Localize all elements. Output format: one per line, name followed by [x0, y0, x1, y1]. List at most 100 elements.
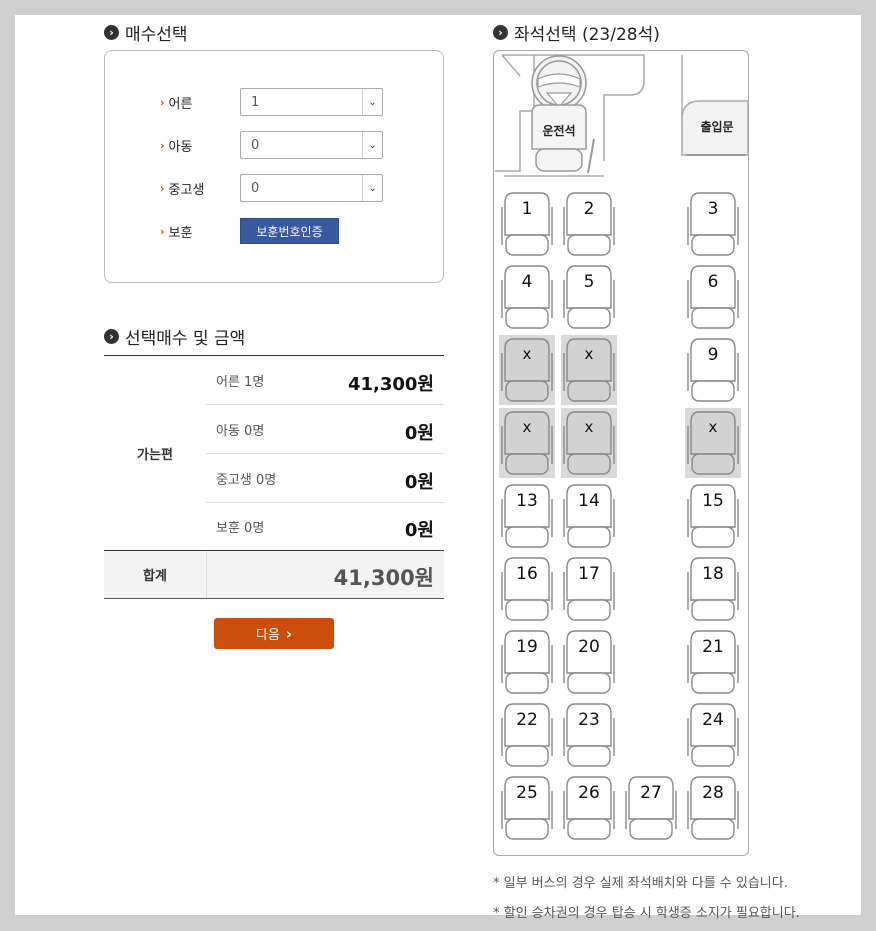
quantity-row-child: › 아동 0 ⌄ [160, 131, 383, 159]
quantity-row-student: › 중고생 0 ⌄ [160, 174, 383, 202]
veteran-verify-button[interactable]: 보훈번호인증 [240, 218, 339, 244]
total-row: 합계 41,300원 [104, 550, 444, 599]
summary-row-amount: 0원 [404, 520, 434, 541]
seat-number: 27 [640, 783, 662, 803]
arrow-icon: › [160, 138, 165, 152]
seat-number: 25 [516, 783, 538, 803]
seat-taken: x [499, 335, 555, 405]
quantity-label: 중고생 [168, 182, 205, 198]
seat-21[interactable]: 21 [685, 627, 741, 697]
seat-number: 14 [578, 491, 600, 511]
summary-row: 중고생 0명 0원 [206, 454, 444, 503]
seat-number: x [522, 418, 532, 436]
seat-number: 6 [707, 272, 719, 292]
seat-number: 18 [702, 564, 724, 584]
seat-number: x [584, 345, 594, 363]
select-value: 1 [251, 94, 260, 110]
summary-row: 아동 0명 0원 [206, 405, 444, 454]
seat-number: 5 [583, 272, 595, 292]
seat-16[interactable]: 16 [499, 554, 555, 624]
driver-seat-label: 운전석 [542, 124, 576, 138]
summary-section-title: › 선택매수 및 금액 [104, 324, 245, 349]
select-value: 0 [251, 137, 260, 153]
steering-wheel-icon [531, 55, 587, 111]
seat-number: x [708, 418, 718, 436]
seat-18[interactable]: 18 [685, 554, 741, 624]
chevron-down-icon: ⌄ [362, 89, 382, 115]
seat-number: x [584, 418, 594, 436]
seat-6[interactable]: 6 [685, 262, 741, 332]
seat-23[interactable]: 23 [561, 700, 617, 770]
summary-row-label: 보훈 0명 [216, 521, 265, 536]
summary-row-amount: 41,300원 [347, 374, 434, 395]
seat-9[interactable]: 9 [685, 335, 741, 405]
student-quantity-select[interactable]: 0 ⌄ [240, 174, 383, 202]
page: › 매수선택 ›어른 1 ⌄ ›아동 0 ⌄ ›중고생 0 ⌄ ›보훈 [15, 15, 861, 921]
arrow-icon: › [160, 224, 165, 238]
child-quantity-select[interactable]: 0 ⌄ [240, 131, 383, 159]
seat-2[interactable]: 2 [561, 189, 617, 259]
chevron-circle-icon: › [104, 329, 119, 344]
chevron-down-icon: ⌄ [362, 132, 382, 158]
summary-row: 보훈 0명 0원 [206, 502, 444, 550]
seat-taken: x [561, 408, 617, 478]
seat-4[interactable]: 4 [499, 262, 555, 332]
next-button-label: 다음 [255, 628, 280, 643]
quantity-label: 아동 [168, 139, 193, 155]
summary-title-text: 선택매수 및 금액 [125, 329, 246, 349]
seat-number: 19 [516, 637, 538, 657]
arrow-icon: › [160, 181, 165, 195]
quantity-label: 어른 [168, 96, 193, 112]
seat-26[interactable]: 26 [561, 773, 617, 843]
seat-number: 3 [707, 199, 719, 219]
seat-20[interactable]: 20 [561, 627, 617, 697]
seat-number: 15 [702, 491, 724, 511]
seat-number: 26 [578, 783, 600, 803]
arrow-icon: › [160, 95, 165, 109]
quantity-panel: › 어른 1 ⌄ › 아동 0 ⌄ › 중고생 0 ⌄ › 보훈 보훈번호인증 [104, 50, 444, 283]
summary-row-label: 아동 0명 [216, 424, 265, 439]
seat-17[interactable]: 17 [561, 554, 617, 624]
seat-title-text: 좌석선택 (23/28석) [514, 25, 660, 45]
summary-row-amount: 0원 [404, 423, 434, 444]
seat-number: 17 [578, 564, 600, 584]
quantity-row-veteran: › 보훈 보훈번호인증 [160, 217, 339, 245]
total-label: 합계 [104, 551, 207, 598]
seat-1[interactable]: 1 [499, 189, 555, 259]
seat-number: 23 [578, 710, 600, 730]
seat-24[interactable]: 24 [685, 700, 741, 770]
next-button[interactable]: 다음 › [214, 618, 334, 649]
seat-27[interactable]: 27 [623, 773, 679, 843]
adult-quantity-select[interactable]: 1 ⌄ [240, 88, 383, 116]
seat-5[interactable]: 5 [561, 262, 617, 332]
chevron-circle-icon: › [104, 25, 119, 40]
seat-15[interactable]: 15 [685, 481, 741, 551]
seat-number: 24 [702, 710, 724, 730]
seat-number: x [522, 345, 532, 363]
direction-label: 가는편 [137, 447, 173, 463]
seat-22[interactable]: 22 [499, 700, 555, 770]
seat-number: 9 [707, 345, 719, 365]
summary-row-label: 중고생 0명 [216, 473, 277, 488]
seat-number: 13 [516, 491, 538, 511]
seat-14[interactable]: 14 [561, 481, 617, 551]
summary-row-label: 어른 1명 [216, 375, 265, 390]
seat-number: 2 [583, 199, 595, 219]
select-value: 0 [251, 180, 260, 196]
quantity-section-title: › 매수선택 [104, 20, 188, 45]
seat-number: 1 [521, 199, 533, 219]
notice-text: * 할인 승차권의 경우 탑승 시 학생증 소지가 필요합니다. [493, 906, 800, 921]
bus-layout: 운전석 출입문 1 2 3 4 5 6 x x 9 x x x 13 14 15 16 17 18 19 20 21 22… [493, 50, 749, 856]
chevron-right-icon: › [285, 624, 293, 643]
seat-section-title: › 좌석선택 (23/28석) [493, 20, 660, 45]
seat-taken: x [685, 408, 741, 478]
seat-28[interactable]: 28 [685, 773, 741, 843]
seat-25[interactable]: 25 [499, 773, 555, 843]
seat-13[interactable]: 13 [499, 481, 555, 551]
door-label: 출입문 [700, 120, 734, 134]
quantity-label: 보훈 [168, 225, 193, 241]
seat-3[interactable]: 3 [685, 189, 741, 259]
seat-number: 28 [702, 783, 724, 803]
seat-19[interactable]: 19 [499, 627, 555, 697]
summary-row: 어른 1명 41,300원 [206, 356, 444, 405]
